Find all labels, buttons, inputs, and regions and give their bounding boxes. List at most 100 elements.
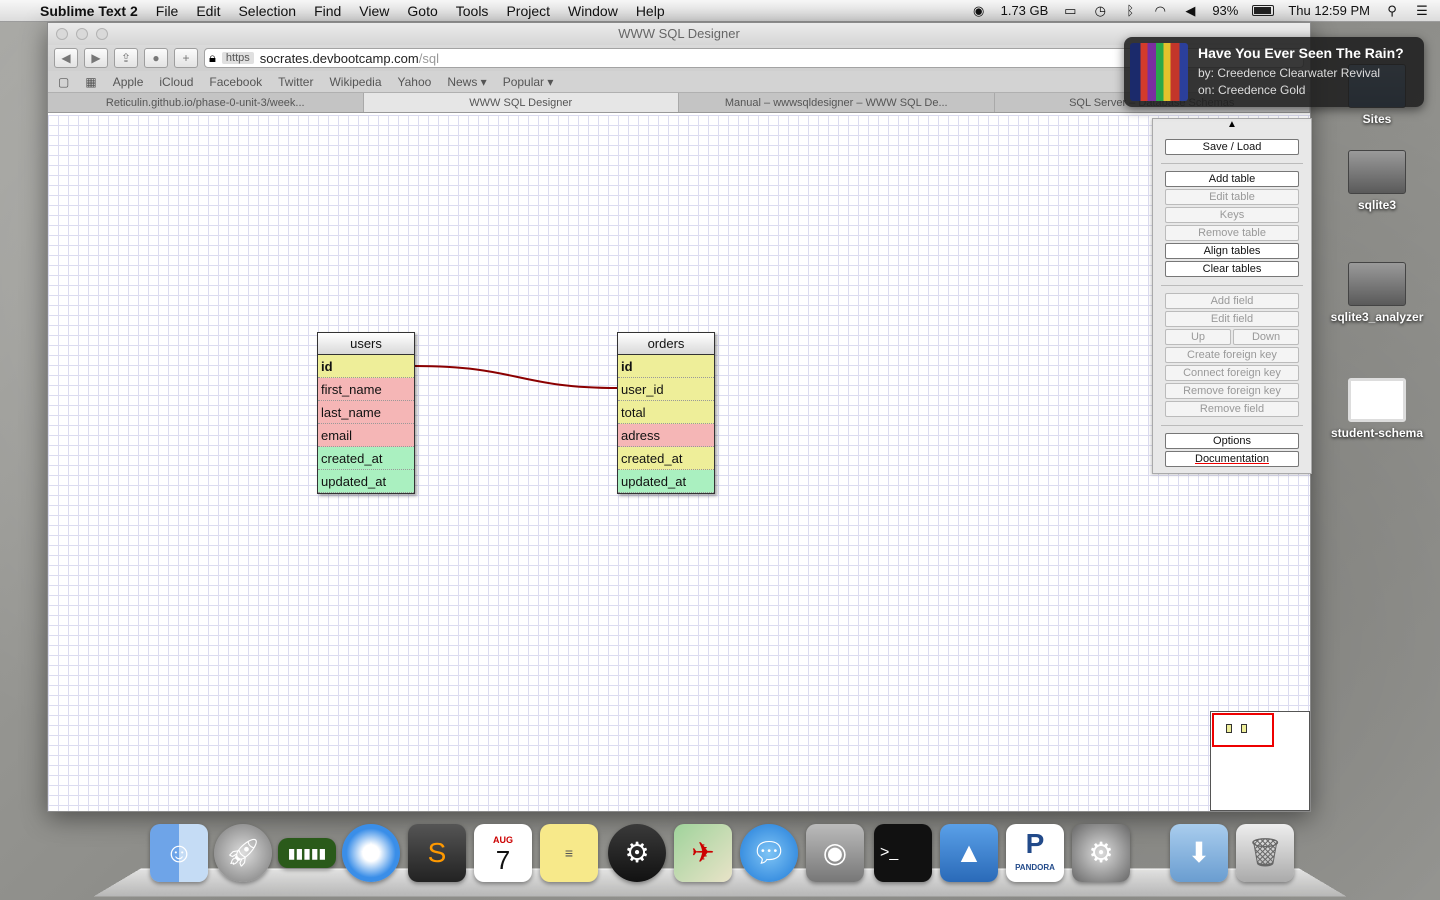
maps-icon[interactable]: ✈ [674,824,732,882]
wifi-icon[interactable]: ◠ [1152,3,1168,18]
bookmark-yahoo[interactable]: Yahoo [398,75,432,89]
steam-icon[interactable]: ⚙ [608,824,666,882]
share-icon[interactable]: ⇪ [114,48,138,68]
app-name-menu[interactable]: Sublime Text 2 [40,3,138,19]
menu-find[interactable]: Find [314,3,341,19]
memory-readout[interactable]: 1.73 GB [1001,3,1049,18]
stickies-icon[interactable]: ≡ [540,824,598,882]
remove-foreign-key-button[interactable]: Remove foreign key [1165,383,1299,399]
field-row[interactable]: adress [618,424,714,447]
menu-tools[interactable]: Tools [456,3,489,19]
notification-center-icon[interactable]: ☰ [1414,3,1430,18]
pandora-icon[interactable]: P PANDORA [1006,824,1064,882]
table-users[interactable]: users id first_name last_name email crea… [317,332,415,494]
relation-users-orders[interactable] [414,365,619,389]
itunes-notification[interactable]: Have You Ever Seen The Rain? by: Creeden… [1124,37,1424,107]
field-row[interactable]: updated_at [318,470,414,493]
table-title[interactable]: orders [618,333,714,355]
menu-edit[interactable]: Edit [196,3,220,19]
menu-selection[interactable]: Selection [238,3,296,19]
menu-window[interactable]: Window [568,3,618,19]
create-foreign-key-button[interactable]: Create foreign key [1165,347,1299,363]
bookmark-popular[interactable]: Popular ▾ [503,75,554,89]
field-row[interactable]: first_name [318,378,414,401]
top-sites-icon[interactable]: ▦ [85,75,96,89]
sublime-text-icon[interactable]: S [408,824,466,882]
align-tables-button[interactable]: Align tables [1165,243,1299,259]
spotlight-search-icon[interactable]: ⚲ [1384,3,1400,18]
bookmark-twitter[interactable]: Twitter [278,75,313,89]
bookmark-icloud[interactable]: iCloud [159,75,193,89]
battery-icon[interactable] [1252,5,1275,16]
forward-button[interactable]: ▶ [84,48,108,68]
field-row[interactable]: created_at [318,447,414,470]
bookmark-facebook[interactable]: Facebook [209,75,262,89]
remove-table-button[interactable]: Remove table [1165,225,1299,241]
menu-project[interactable]: Project [506,3,550,19]
finder-icon[interactable]: ☺ [150,824,208,882]
field-row[interactable]: email [318,424,414,447]
edit-field-button[interactable]: Edit field [1165,311,1299,327]
reading-list-icon[interactable]: ▢ [58,75,69,89]
desktop-icon-sqlite3[interactable]: sqlite3 [1322,150,1432,212]
save-load-button[interactable]: Save / Load [1165,139,1299,155]
bookmark-apple[interactable]: Apple [113,75,144,89]
field-row[interactable]: total [618,401,714,424]
menu-help[interactable]: Help [636,3,665,19]
table-title[interactable]: users [318,333,414,355]
launchpad-icon[interactable]: 🚀︎ [214,824,272,882]
field-row[interactable]: id [618,355,714,378]
bluetooth-icon[interactable]: ᛒ [1122,3,1138,18]
desktop-icon-student-schema[interactable]: student-schema [1322,378,1432,440]
terminal-icon[interactable]: >_ [874,824,932,882]
field-row[interactable]: updated_at [618,470,714,493]
volume-icon[interactable]: ◀ [1182,3,1198,18]
system-preferences-icon[interactable]: ⚙ [1072,824,1130,882]
move-field-down-button[interactable]: Down [1233,329,1299,345]
keynote-icon[interactable]: ▲ [940,824,998,882]
downloads-folder-icon[interactable]: ⬇ [1170,824,1228,882]
battery-percent[interactable]: 93% [1212,3,1238,18]
safari-icon[interactable]: ✦ [342,824,400,882]
documentation-button[interactable]: Documentation [1165,451,1299,467]
zoom-window-button[interactable] [96,28,108,40]
tab-reticulin[interactable]: Reticulin.github.io/phase-0-unit-3/week.… [48,93,364,112]
bookmark-news[interactable]: News ▾ [447,75,486,89]
keys-button[interactable]: Keys [1165,207,1299,223]
desktop-icon-sqlite3-analyzer[interactable]: sqlite3_analyzer [1322,262,1432,324]
tab-www-sql-designer[interactable]: WWW SQL Designer [363,93,679,112]
field-row[interactable]: last_name [318,401,414,424]
collapse-panel-icon[interactable]: ▲ [1227,119,1237,130]
clock[interactable]: Thu 12:59 PM [1288,3,1370,18]
field-row[interactable]: user_id [618,378,714,401]
time-machine-icon[interactable]: ◷ [1092,3,1108,18]
edit-table-button[interactable]: Edit table [1165,189,1299,205]
connect-foreign-key-button[interactable]: Connect foreign key [1165,365,1299,381]
add-table-button[interactable]: Add table [1165,171,1299,187]
menu-goto[interactable]: Goto [407,3,437,19]
adblock-icon[interactable]: ● [144,48,168,68]
minimap[interactable] [1210,711,1310,811]
new-tab-button[interactable]: + [174,48,198,68]
close-window-button[interactable] [56,28,68,40]
sql-designer-canvas[interactable]: users id first_name last_name email crea… [48,115,1310,811]
memory-monitor-icon[interactable]: ▮▮▮▮▮ [278,838,336,868]
remove-field-button[interactable]: Remove field [1165,401,1299,417]
minimize-window-button[interactable] [76,28,88,40]
messages-icon[interactable]: 💬︎ [740,824,798,882]
menu-view[interactable]: View [359,3,389,19]
options-button[interactable]: Options [1165,433,1299,449]
airplay-icon[interactable]: ▭ [1062,3,1078,18]
table-orders[interactable]: orders id user_id total adress created_a… [617,332,715,494]
calendar-icon[interactable]: AUG 7 [474,824,532,882]
add-field-button[interactable]: Add field [1165,293,1299,309]
field-row[interactable]: created_at [618,447,714,470]
clear-tables-button[interactable]: Clear tables [1165,261,1299,277]
menu-file[interactable]: File [156,3,179,19]
tab-manual-wwwsqldesigner[interactable]: Manual – wwwsqldesigner – WWW SQL De... [679,93,995,112]
trash-icon[interactable]: 🗑︎ [1236,824,1294,882]
facetime-icon[interactable]: ◉ [806,824,864,882]
bookmark-wikipedia[interactable]: Wikipedia [329,75,381,89]
window-titlebar[interactable]: WWW SQL Designer [48,23,1310,45]
back-button[interactable]: ◀ [54,48,78,68]
